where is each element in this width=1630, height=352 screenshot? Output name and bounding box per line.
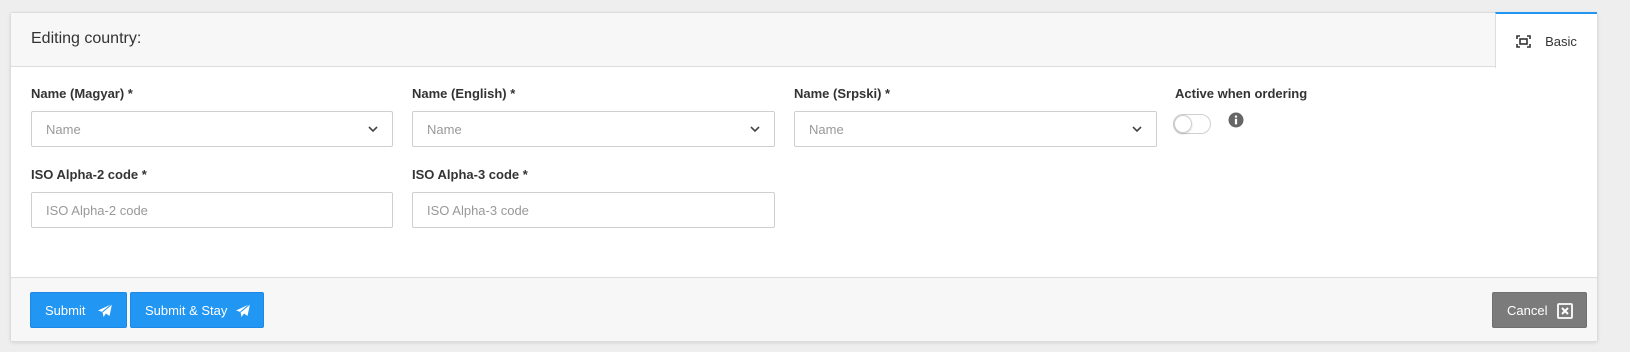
paper-plane-icon bbox=[98, 303, 113, 317]
name-hu-label: Name (Magyar) * bbox=[31, 86, 133, 101]
chevron-down-icon bbox=[750, 126, 760, 133]
info-icon[interactable] bbox=[1228, 112, 1244, 128]
page-title: Editing country: bbox=[31, 30, 142, 47]
name-en-label: Name (English) * bbox=[412, 86, 516, 101]
active-label: Active when ordering bbox=[1175, 86, 1308, 101]
edit-country-card: Editing country: Basic Name (Magyar) * N… bbox=[10, 12, 1598, 342]
cancel-label: Cancel bbox=[1507, 303, 1548, 318]
close-box-icon bbox=[1557, 303, 1573, 319]
chevron-down-icon bbox=[368, 126, 378, 133]
name-hu-select[interactable]: Name bbox=[31, 111, 393, 147]
iso3-input[interactable] bbox=[412, 192, 775, 228]
iso2-label: ISO Alpha-2 code * bbox=[31, 167, 147, 182]
tab-basic-label: Basic bbox=[1545, 33, 1577, 49]
chevron-down-icon bbox=[1132, 126, 1142, 133]
active-toggle[interactable] bbox=[1173, 114, 1211, 134]
toggle-knob bbox=[1174, 115, 1192, 133]
paper-plane-icon bbox=[236, 303, 251, 317]
submit-stay-label: Submit & Stay bbox=[145, 303, 228, 318]
submit-label: Submit bbox=[45, 303, 86, 318]
iso2-input[interactable] bbox=[31, 192, 393, 228]
tab-basic[interactable]: Basic bbox=[1495, 12, 1597, 68]
expand-icon bbox=[1516, 34, 1531, 48]
name-sr-select[interactable]: Name bbox=[794, 111, 1157, 147]
submit-stay-button[interactable]: Submit & Stay bbox=[130, 292, 264, 328]
name-sr-placeholder: Name bbox=[809, 121, 844, 137]
name-en-placeholder: Name bbox=[427, 121, 462, 137]
cancel-button[interactable]: Cancel bbox=[1492, 292, 1587, 328]
name-hu-placeholder: Name bbox=[46, 121, 81, 137]
card-header: Editing country: Basic bbox=[11, 12, 1597, 68]
card-footer: Submit Submit & Stay Cancel bbox=[11, 277, 1597, 341]
iso3-label: ISO Alpha-3 code * bbox=[412, 167, 528, 182]
name-en-select[interactable]: Name bbox=[412, 111, 775, 147]
name-sr-label: Name (Srpski) * bbox=[794, 86, 891, 101]
submit-button[interactable]: Submit bbox=[30, 292, 127, 328]
